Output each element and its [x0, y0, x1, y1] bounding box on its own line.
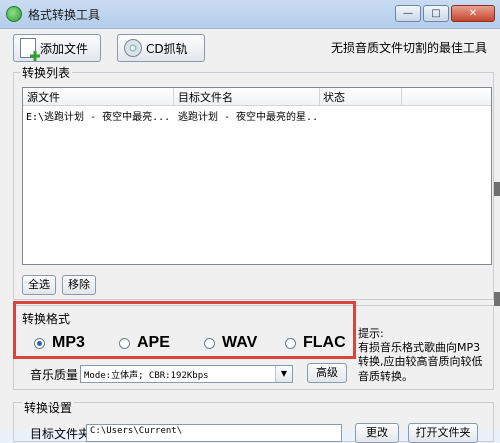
- change-folder-button[interactable]: 更改: [355, 423, 399, 443]
- quality-label: 音乐质量: [30, 368, 79, 382]
- list-row[interactable]: E:\逃跑计划 - 夜空中最亮... 逃跑计划 - 夜空中最亮的星...: [23, 106, 491, 123]
- tip-line: 转换,应由较高音质向较低: [358, 355, 483, 368]
- background-window-edge: [494, 292, 500, 306]
- tip-line: 音质转换。: [358, 370, 413, 383]
- window-title: 格式转换工具: [28, 8, 101, 22]
- column-divider[interactable]: [319, 88, 320, 105]
- column-target[interactable]: 目标文件名: [178, 89, 233, 105]
- quality-select[interactable]: Mode:立体声; CBR:192Kbps ▼: [80, 365, 293, 383]
- select-all-button[interactable]: 全选: [22, 275, 56, 295]
- column-status[interactable]: 状态: [323, 89, 345, 105]
- title-bar[interactable]: 格式转换工具 — □ ✕: [0, 0, 500, 29]
- output-folder-value: C:\Users\Current\: [90, 426, 183, 436]
- output-folder-label: 目标文件夹: [30, 427, 91, 441]
- minimize-button[interactable]: —: [395, 5, 421, 22]
- column-source[interactable]: 源文件: [27, 89, 60, 105]
- slogan-text: 无损音质文件切割的最佳工具: [331, 41, 488, 55]
- cd-icon: [124, 39, 142, 57]
- open-folder-button[interactable]: 打开文件夹: [408, 423, 478, 443]
- app-logo-icon: [6, 6, 22, 22]
- maximize-button[interactable]: □: [423, 5, 449, 22]
- quality-value: Mode:立体声; CBR:192Kbps: [84, 371, 209, 381]
- highlight-box: [13, 301, 356, 359]
- column-divider[interactable]: [401, 88, 402, 105]
- background-window-edge: [494, 182, 500, 196]
- add-file-icon: [20, 38, 36, 58]
- cd-rip-label: CD抓轨: [146, 41, 188, 56]
- remove-button[interactable]: 移除: [62, 275, 96, 295]
- output-folder-field[interactable]: C:\Users\Current\: [86, 424, 342, 442]
- file-list[interactable]: 源文件 目标文件名 状态 E:\逃跑计划 - 夜空中最亮... 逃跑计划 - 夜…: [22, 87, 492, 265]
- cd-rip-button[interactable]: CD抓轨: [117, 34, 205, 62]
- row-target: 逃跑计划 - 夜空中最亮的星...: [178, 112, 316, 123]
- dropdown-arrow-icon[interactable]: ▼: [275, 366, 292, 382]
- advanced-button[interactable]: 高级: [307, 363, 347, 383]
- column-divider[interactable]: [173, 88, 174, 105]
- close-button[interactable]: ✕: [451, 5, 495, 22]
- row-source: E:\逃跑计划 - 夜空中最亮...: [26, 112, 171, 123]
- conversion-settings-label: 转换设置: [22, 399, 75, 416]
- conversion-list-label: 转换列表: [20, 64, 73, 81]
- app-window: 格式转换工具 — □ ✕ 添加文件 CD抓轨 无损音质文件切割的最佳工具 转换列…: [0, 0, 500, 443]
- add-file-label: 添加文件: [40, 41, 89, 56]
- add-file-button[interactable]: 添加文件: [13, 34, 101, 62]
- list-header: 源文件 目标文件名 状态: [23, 88, 491, 106]
